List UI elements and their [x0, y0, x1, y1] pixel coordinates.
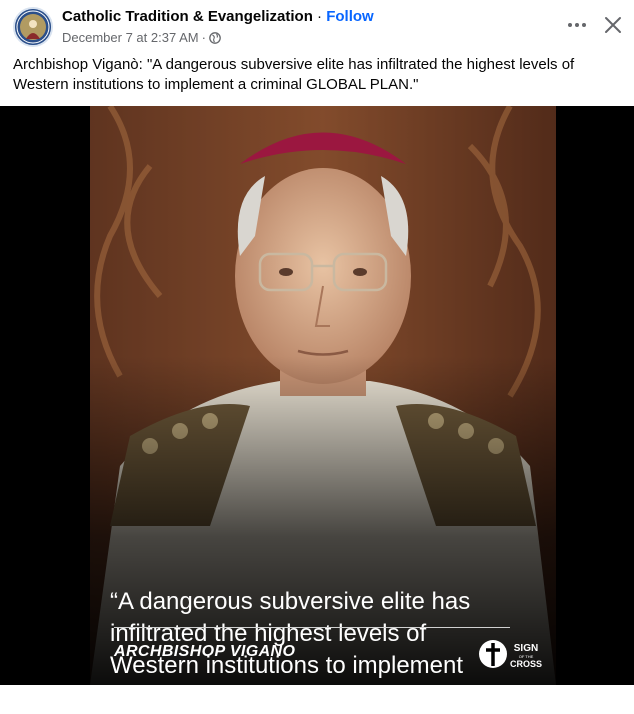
quote-line-4-start: a: [110, 684, 131, 711]
post-header: Catholic Tradition & Evangelization · Fo…: [0, 0, 634, 52]
quote-line-4: a criminal global plan.”: [110, 682, 540, 714]
page-name-row: Catholic Tradition & Evangelization · Fo…: [62, 8, 374, 25]
page-avatar[interactable]: [13, 7, 53, 47]
post-timestamp[interactable]: December 7 at 2:37 AM: [62, 30, 199, 45]
quote-emphasis: criminal global plan: [130, 684, 356, 711]
sign-of-the-cross-logo: SIGN OF THE CROSS: [478, 636, 544, 672]
meta-separator: ·: [201, 30, 206, 45]
post-caption: Archbishop Viganò: "A dangerous subversi…: [13, 56, 575, 93]
globe-icon: [209, 31, 221, 44]
quote-author: ARCHBISHOP VIGANO: [114, 643, 296, 660]
cross-icon: SIGN OF THE CROSS: [479, 640, 542, 669]
post-meta: December 7 at 2:37 AM ·: [62, 30, 221, 45]
svg-text:SIGN: SIGN: [514, 643, 538, 654]
post-media[interactable]: “A dangerous subversive elite has infilt…: [0, 106, 634, 711]
quote-line-1: “A dangerous subversive elite has: [110, 588, 471, 615]
follow-button[interactable]: Follow: [326, 8, 374, 25]
quote-line-4-end: .”: [355, 684, 371, 711]
page-name-link[interactable]: Catholic Tradition & Evangelization: [62, 8, 313, 25]
separator-dot: ·: [317, 8, 323, 25]
close-icon[interactable]: [602, 14, 624, 36]
quote-divider: [114, 627, 510, 628]
more-horizontal-icon[interactable]: [566, 14, 588, 36]
svg-text:CROSS: CROSS: [510, 659, 542, 669]
